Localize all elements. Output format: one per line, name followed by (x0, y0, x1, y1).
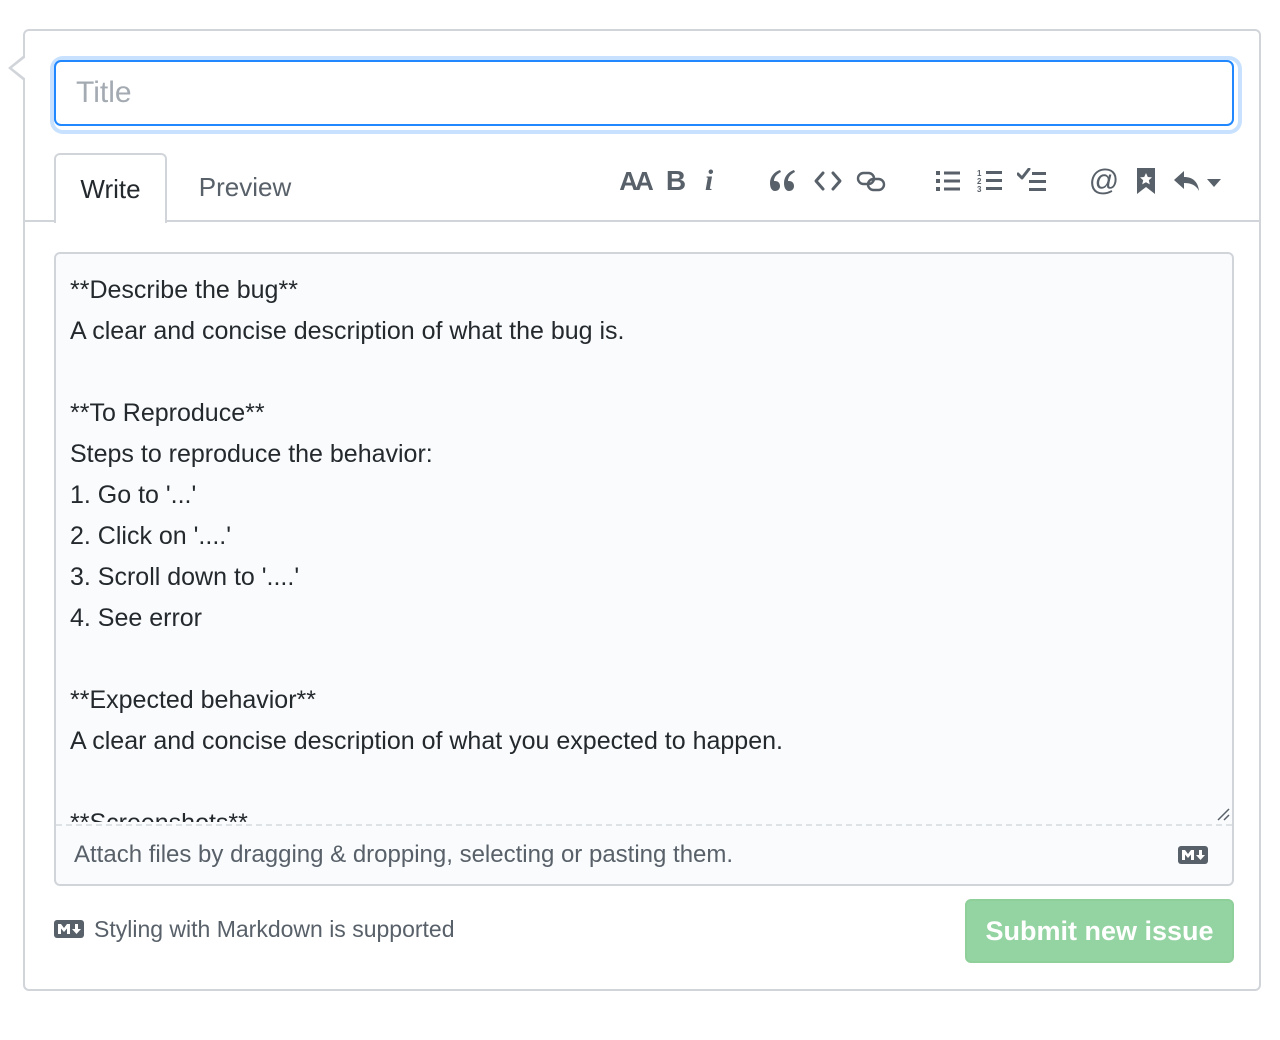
title-focus-ring (54, 60, 1238, 130)
editor-line: 2. Click on '....' (70, 522, 231, 550)
quote-icon (770, 170, 795, 191)
tab-preview[interactable]: Preview (185, 153, 305, 221)
unordered-list-icon (936, 171, 960, 191)
attach-files-text[interactable]: Attach files by dragging & dropping, sel… (74, 826, 733, 884)
resize-handle-icon[interactable] (1216, 807, 1230, 821)
italic-icon: i (704, 164, 714, 197)
bold-icon: B (665, 165, 687, 196)
submit-new-issue-button[interactable]: Submit new issue (965, 899, 1234, 963)
ordered-list-button[interactable]: 1 2 3 (975, 159, 1005, 203)
task-list-icon (1017, 168, 1046, 191)
editor-line: **To Reproduce** (70, 399, 265, 427)
comment-body-textarea[interactable]: **Describe the bug** A clear and concise … (70, 270, 1210, 822)
reference-button[interactable] (1133, 159, 1159, 203)
italic-button[interactable]: i (697, 159, 721, 203)
title-input[interactable] (54, 60, 1234, 126)
editor-line: **Expected behavior** (70, 686, 316, 714)
new-issue-form: Write Preview AA B i (8, 29, 1261, 991)
editor-line: 1. Go to '...' (70, 481, 197, 509)
editor-line: 3. Scroll down to '....' (70, 563, 300, 591)
markdown-supported-link[interactable]: Styling with Markdown is supported (94, 912, 455, 946)
saved-replies-button[interactable] (1171, 159, 1223, 203)
text-size-icon: AA (619, 165, 654, 196)
markdown-supported-icon (54, 920, 84, 943)
link-button[interactable] (853, 159, 889, 203)
reference-icon (1137, 168, 1155, 194)
mention-icon: @ (1088, 164, 1120, 197)
code-button[interactable] (811, 159, 845, 203)
text-size-button[interactable]: AA (617, 159, 654, 203)
unordered-list-button[interactable] (933, 159, 963, 203)
editor-line: A clear and concise description of what … (70, 727, 783, 755)
page: Write Preview AA B i (0, 0, 1280, 1040)
tab-write[interactable]: Write (54, 153, 167, 223)
svg-text:3: 3 (977, 185, 982, 194)
bold-button[interactable]: B (663, 159, 689, 203)
editor-line: Steps to reproduce the behavior: (70, 440, 433, 468)
ordered-list-icon: 1 2 3 (977, 169, 1002, 194)
task-list-button[interactable] (1015, 159, 1049, 203)
comment-body-editor: **Describe the bug** A clear and concise … (54, 252, 1234, 886)
editor-line: A clear and concise description of what … (70, 317, 625, 345)
link-icon (856, 171, 886, 192)
mention-button[interactable]: @ (1087, 159, 1121, 203)
markdown-icon (1178, 846, 1208, 864)
code-icon (814, 171, 842, 191)
editor-line: 4. See error (70, 604, 203, 632)
editor-line: **Describe the bug** (70, 276, 298, 304)
editor-line: **Screenshots** (70, 803, 1210, 822)
file-attach-bar[interactable]: Attach files by dragging & dropping, sel… (56, 824, 1232, 884)
quote-button[interactable] (765, 159, 799, 203)
dropdown-caret-icon (1207, 179, 1221, 187)
reply-icon (1174, 171, 1199, 191)
